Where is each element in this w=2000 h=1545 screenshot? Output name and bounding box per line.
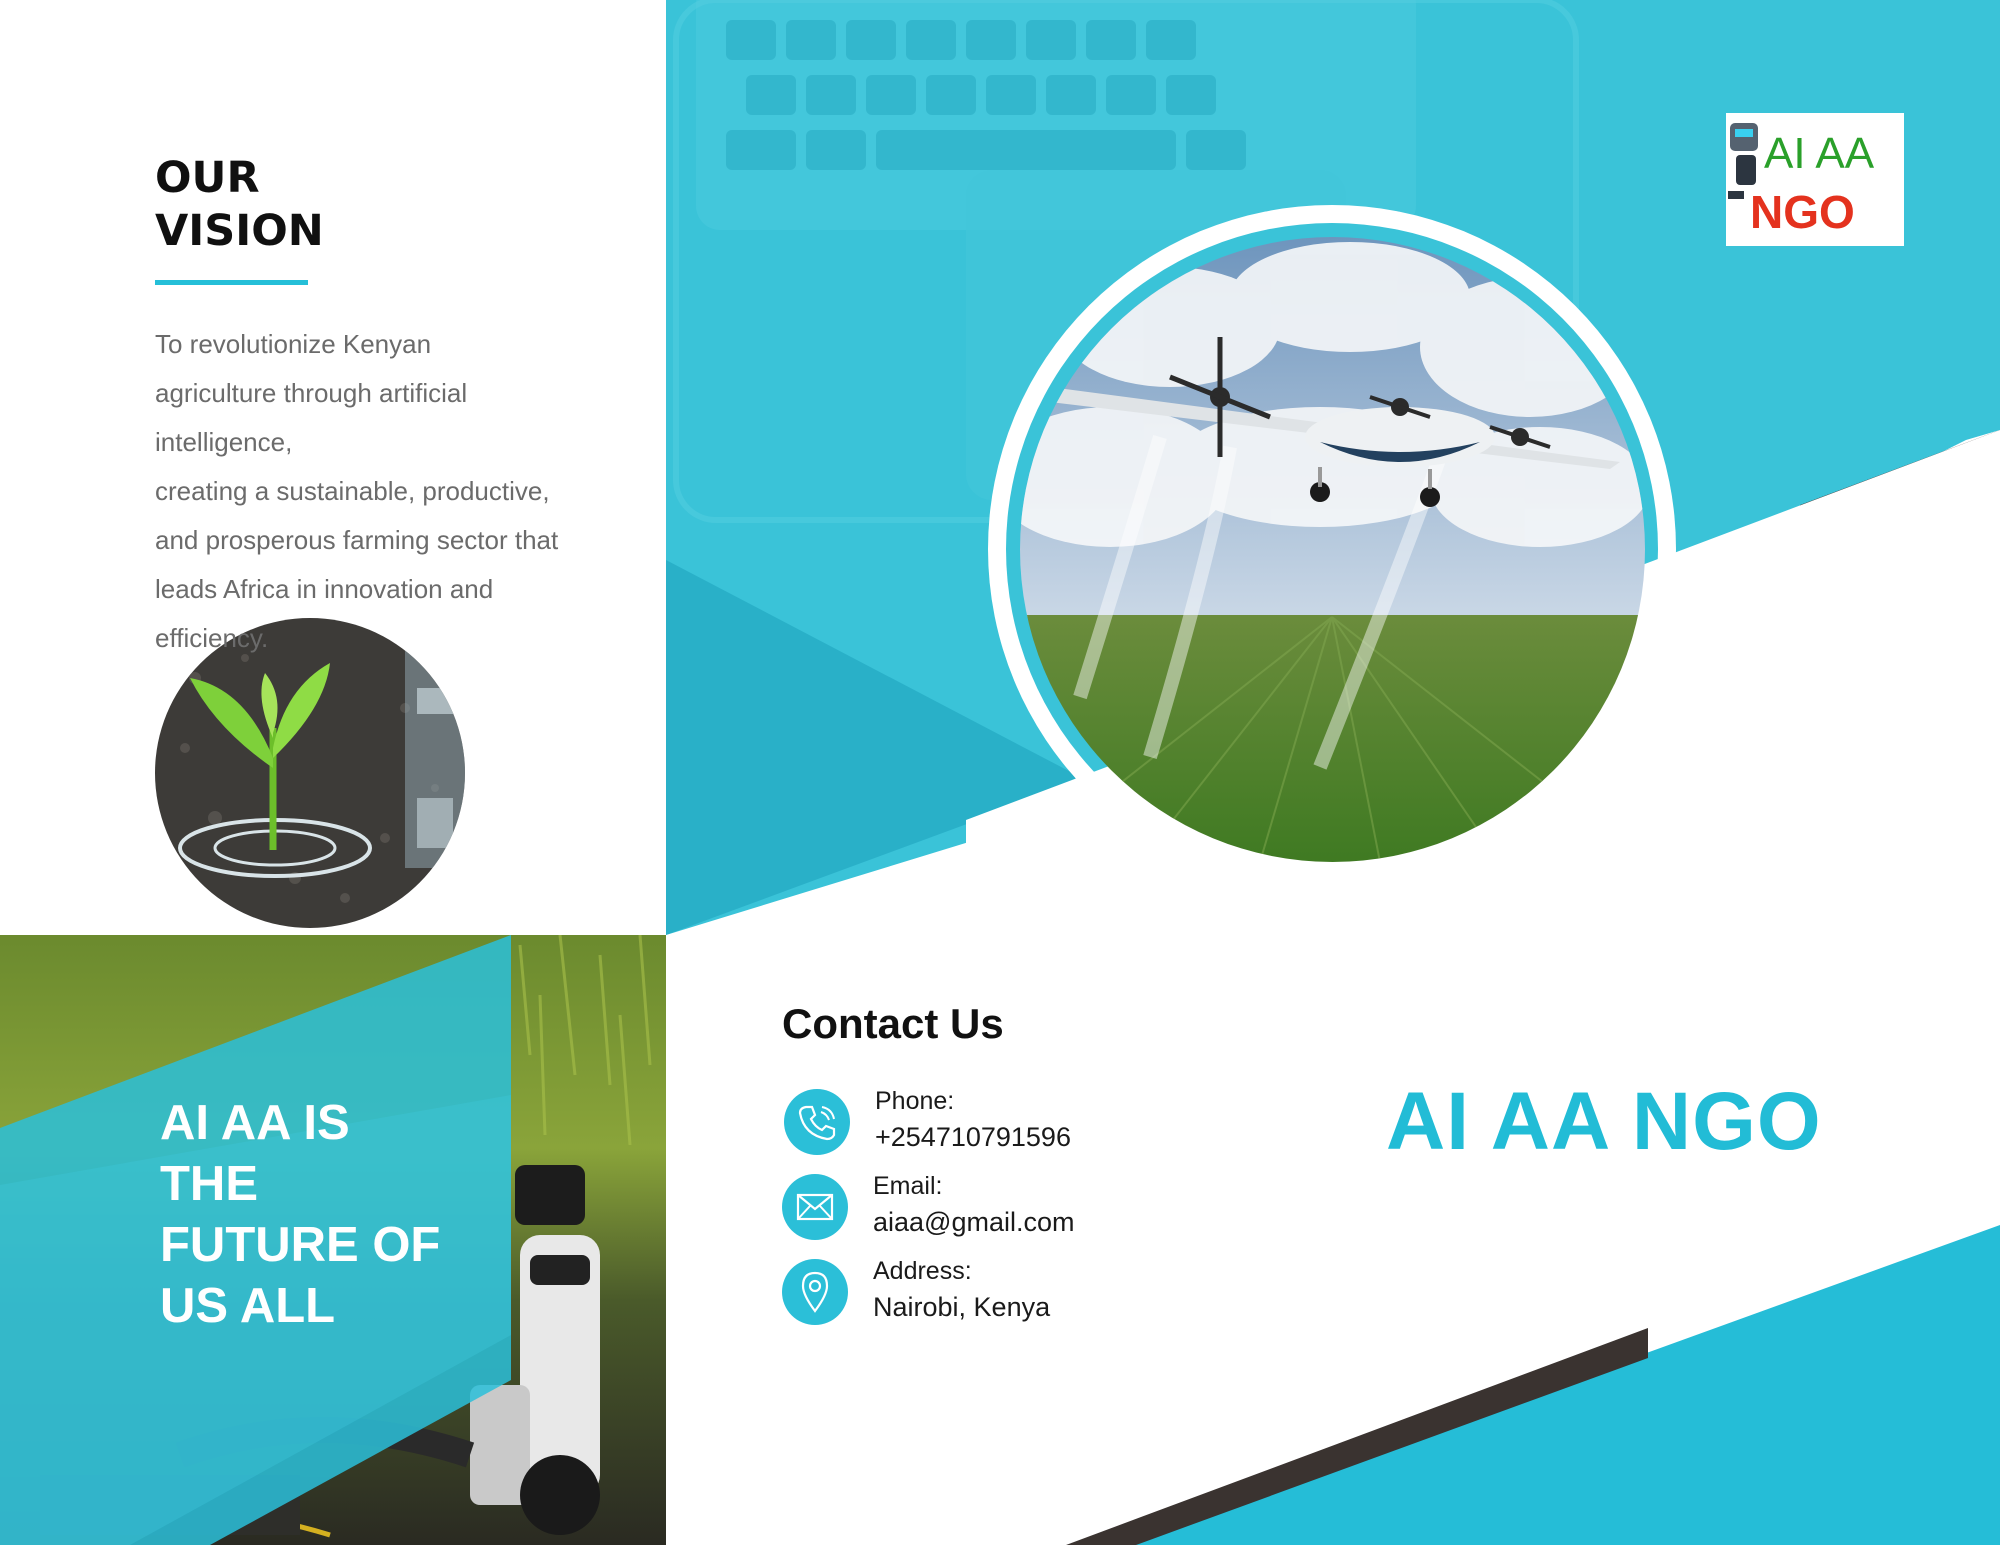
tagline-line: AI AA IS bbox=[160, 1096, 350, 1150]
vision-line: efficiency. bbox=[155, 623, 269, 653]
left-panel: OUR VISION To revolutionize Kenyan agric… bbox=[0, 0, 666, 1545]
location-pin-icon bbox=[782, 1259, 848, 1325]
tagline-line: US ALL bbox=[160, 1279, 336, 1333]
phone-label: Phone: bbox=[875, 1087, 955, 1115]
address-value: Nairobi, Kenya bbox=[873, 1292, 1051, 1322]
phone-value[interactable]: +254710791596 bbox=[875, 1122, 1071, 1153]
future-tagline: AI AA IS THE FUTURE OF US ALL bbox=[160, 1093, 440, 1337]
vision-line: leads Africa in innovation and bbox=[155, 574, 494, 604]
contact-title: Contact Us bbox=[782, 1000, 1004, 1047]
logo-line1: AI AA bbox=[1764, 129, 1875, 178]
vision-line: To revolutionize Kenyan bbox=[155, 329, 432, 359]
vision-line: intelligence, bbox=[155, 427, 293, 457]
tagline-line: THE bbox=[160, 1157, 258, 1211]
vision-text: To revolutionize Kenyan agriculture thro… bbox=[155, 320, 600, 663]
tagline-line: FUTURE OF bbox=[160, 1218, 441, 1272]
phone-icon bbox=[784, 1089, 850, 1155]
email-label: Email: bbox=[873, 1172, 943, 1200]
drone-photo bbox=[1020, 237, 1645, 862]
vision-divider bbox=[155, 280, 308, 285]
address-label: Address: bbox=[873, 1257, 972, 1285]
brand-logo: AI AA NGO bbox=[1726, 113, 1904, 246]
brand-name: AI AA NGO bbox=[1386, 1076, 1822, 1167]
email-value[interactable]: aiaa@gmail.com bbox=[873, 1207, 1075, 1238]
vision-line: agriculture through artificial bbox=[155, 378, 468, 408]
seedling-photo bbox=[155, 618, 465, 928]
vision-title: OUR VISION bbox=[155, 153, 324, 256]
vision-line: and prosperous farming sector that bbox=[155, 525, 559, 555]
logo-line2: NGO bbox=[1750, 186, 1855, 238]
vision-line: creating a sustainable, productive, bbox=[155, 476, 550, 506]
email-icon bbox=[782, 1174, 848, 1240]
